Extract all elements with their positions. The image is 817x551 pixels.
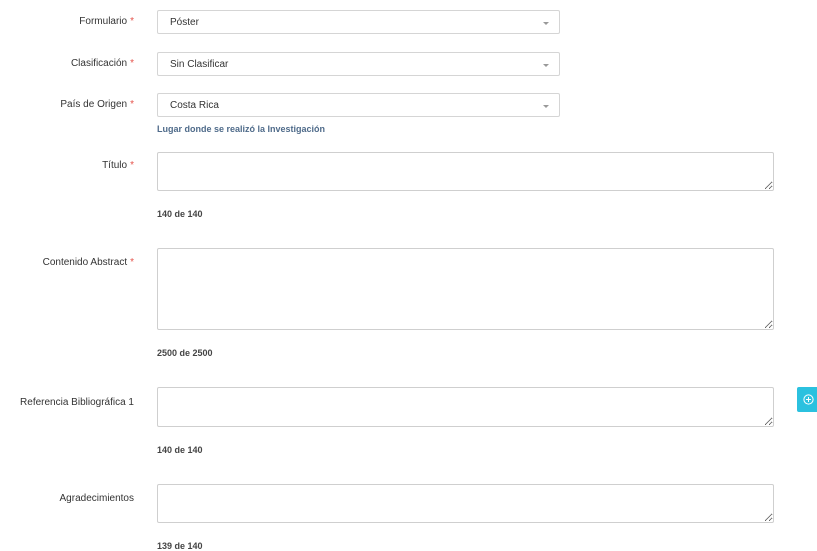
pais-label: País de Origen * [60, 99, 134, 110]
caret-down-icon [543, 22, 549, 25]
abstract-label: Contenido Abstract * [42, 257, 134, 268]
add-reference-button[interactable] [797, 387, 817, 412]
agradecimientos-textarea[interactable] [157, 484, 774, 523]
clasificacion-select-value: Sin Clasificar [170, 59, 229, 70]
caret-down-icon [543, 64, 549, 67]
required-marker: * [130, 16, 134, 27]
referencia-char-counter: 140 de 140 [157, 445, 203, 455]
titulo-label: Título * [102, 160, 134, 171]
formulario-select-value: Póster [170, 17, 199, 28]
titulo-textarea[interactable] [157, 152, 774, 191]
referencia-textarea[interactable] [157, 387, 774, 427]
formulario-select[interactable]: Póster [157, 10, 560, 34]
abstract-char-counter: 2500 de 2500 [157, 348, 213, 358]
titulo-char-counter: 140 de 140 [157, 209, 203, 219]
required-marker: * [130, 99, 134, 110]
abstract-textarea[interactable] [157, 248, 774, 330]
required-marker: * [130, 58, 134, 69]
referencia-label: Referencia Bibliográfica 1 [20, 397, 134, 408]
clasificacion-select[interactable]: Sin Clasificar [157, 52, 560, 76]
pais-hint: Lugar donde se realizó la Investigación [157, 124, 326, 134]
pais-select[interactable]: Costa Rica [157, 93, 560, 117]
required-marker: * [130, 160, 134, 171]
formulario-label: Formulario * [79, 16, 134, 27]
agradecimientos-label: Agradecimientos [59, 493, 134, 504]
pais-select-value: Costa Rica [170, 100, 219, 111]
caret-down-icon [543, 105, 549, 108]
plus-circle-icon [803, 394, 814, 405]
clasificacion-label: Clasificación * [70, 58, 134, 69]
required-marker: * [130, 257, 134, 268]
